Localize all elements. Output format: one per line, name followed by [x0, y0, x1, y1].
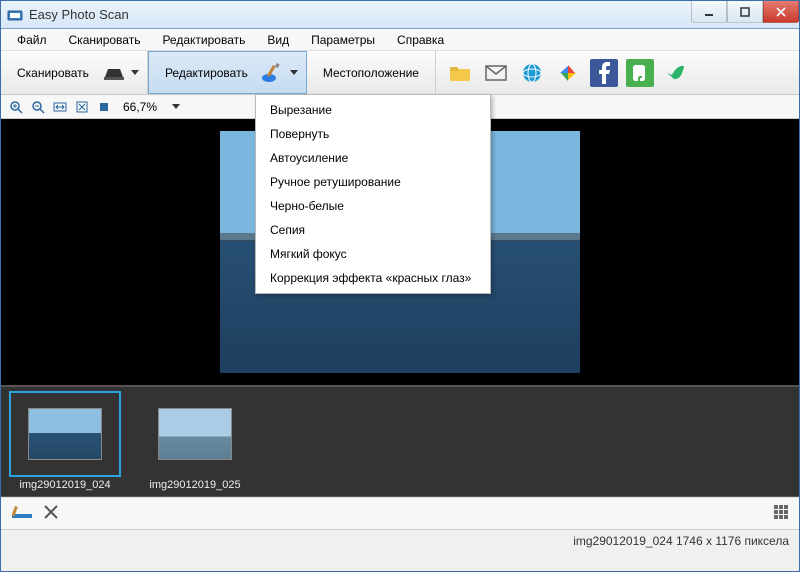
- thumbnail-image: [28, 408, 102, 460]
- status-text: img29012019_024 1746 x 1176 пиксела: [573, 534, 789, 548]
- edit-group: Редактировать: [148, 51, 307, 94]
- mail-icon[interactable]: [482, 59, 510, 87]
- folder-icon[interactable]: [446, 59, 474, 87]
- grid-view-icon[interactable]: [773, 504, 789, 523]
- menu-item-manual-retouch[interactable]: Ручное ретуширование: [256, 170, 490, 194]
- thumbnail-image: [158, 408, 232, 460]
- zoom-out-icon[interactable]: [29, 98, 47, 116]
- edit-dropdown[interactable]: [288, 52, 300, 93]
- facebook-icon[interactable]: [590, 59, 618, 87]
- menu-view[interactable]: Вид: [257, 31, 299, 49]
- menu-options[interactable]: Параметры: [301, 31, 385, 49]
- thumbnail-item[interactable]: img29012019_024: [11, 393, 119, 491]
- app-icon: [7, 7, 23, 23]
- scan-button[interactable]: Сканировать: [7, 51, 99, 94]
- brush-icon[interactable]: [258, 52, 288, 93]
- maximize-button[interactable]: [727, 1, 763, 23]
- zoom-in-icon[interactable]: [7, 98, 25, 116]
- menu-item-soft-focus[interactable]: Мягкий фокус: [256, 242, 490, 266]
- scanner-icon[interactable]: [99, 51, 129, 94]
- web-icon[interactable]: [518, 59, 546, 87]
- menu-item-black-white[interactable]: Черно-белые: [256, 194, 490, 218]
- scan-group: Сканировать: [1, 51, 148, 94]
- destination-label: Местоположение: [313, 51, 429, 94]
- thumbnail-item[interactable]: img29012019_025: [141, 393, 249, 491]
- scan-dropdown[interactable]: [129, 51, 141, 94]
- actual-size-icon[interactable]: [95, 98, 113, 116]
- evernote-icon[interactable]: [626, 59, 654, 87]
- titlebar: Easy Photo Scan: [1, 1, 799, 29]
- thumbnail-label: img29012019_024: [11, 479, 119, 491]
- menu-help[interactable]: Справка: [387, 31, 454, 49]
- destination-icons: [436, 51, 700, 94]
- destination-group: Местоположение: [307, 51, 436, 94]
- scan-small-icon[interactable]: [11, 504, 33, 523]
- close-button[interactable]: [763, 1, 799, 23]
- menu-scan[interactable]: Сканировать: [59, 31, 151, 49]
- edit-dropdown-menu: Вырезание Повернуть Автоусиление Ручное …: [255, 94, 491, 294]
- menu-file[interactable]: Файл: [7, 31, 57, 49]
- edit-button[interactable]: Редактировать: [155, 52, 258, 93]
- google-photos-icon[interactable]: [554, 59, 582, 87]
- zoom-value: 66,7%: [117, 100, 163, 114]
- menu-edit[interactable]: Редактировать: [152, 31, 255, 49]
- menubar: Файл Сканировать Редактировать Вид Парам…: [1, 29, 799, 51]
- thumbnail-strip: img29012019_024 img29012019_025: [1, 385, 799, 497]
- menu-item-sepia[interactable]: Сепия: [256, 218, 490, 242]
- delete-icon[interactable]: [43, 504, 59, 523]
- zoom-dropdown[interactable]: [167, 98, 185, 116]
- menu-item-red-eye[interactable]: Коррекция эффекта «красных глаз»: [256, 266, 490, 290]
- fit-width-icon[interactable]: [51, 98, 69, 116]
- status-bar: img29012019_024 1746 x 1176 пиксела: [1, 529, 799, 551]
- toolbar: Сканировать Редактировать Местоположение: [1, 51, 799, 95]
- bottom-toolbar: [1, 497, 799, 529]
- window-controls: [691, 1, 799, 28]
- fit-page-icon[interactable]: [73, 98, 91, 116]
- window-title: Easy Photo Scan: [29, 7, 691, 22]
- hummingbird-icon[interactable]: [662, 59, 690, 87]
- menu-item-crop[interactable]: Вырезание: [256, 98, 490, 122]
- menu-item-auto-enhance[interactable]: Автоусиление: [256, 146, 490, 170]
- thumbnail-label: img29012019_025: [141, 479, 249, 491]
- minimize-button[interactable]: [691, 1, 727, 23]
- menu-item-rotate[interactable]: Повернуть: [256, 122, 490, 146]
